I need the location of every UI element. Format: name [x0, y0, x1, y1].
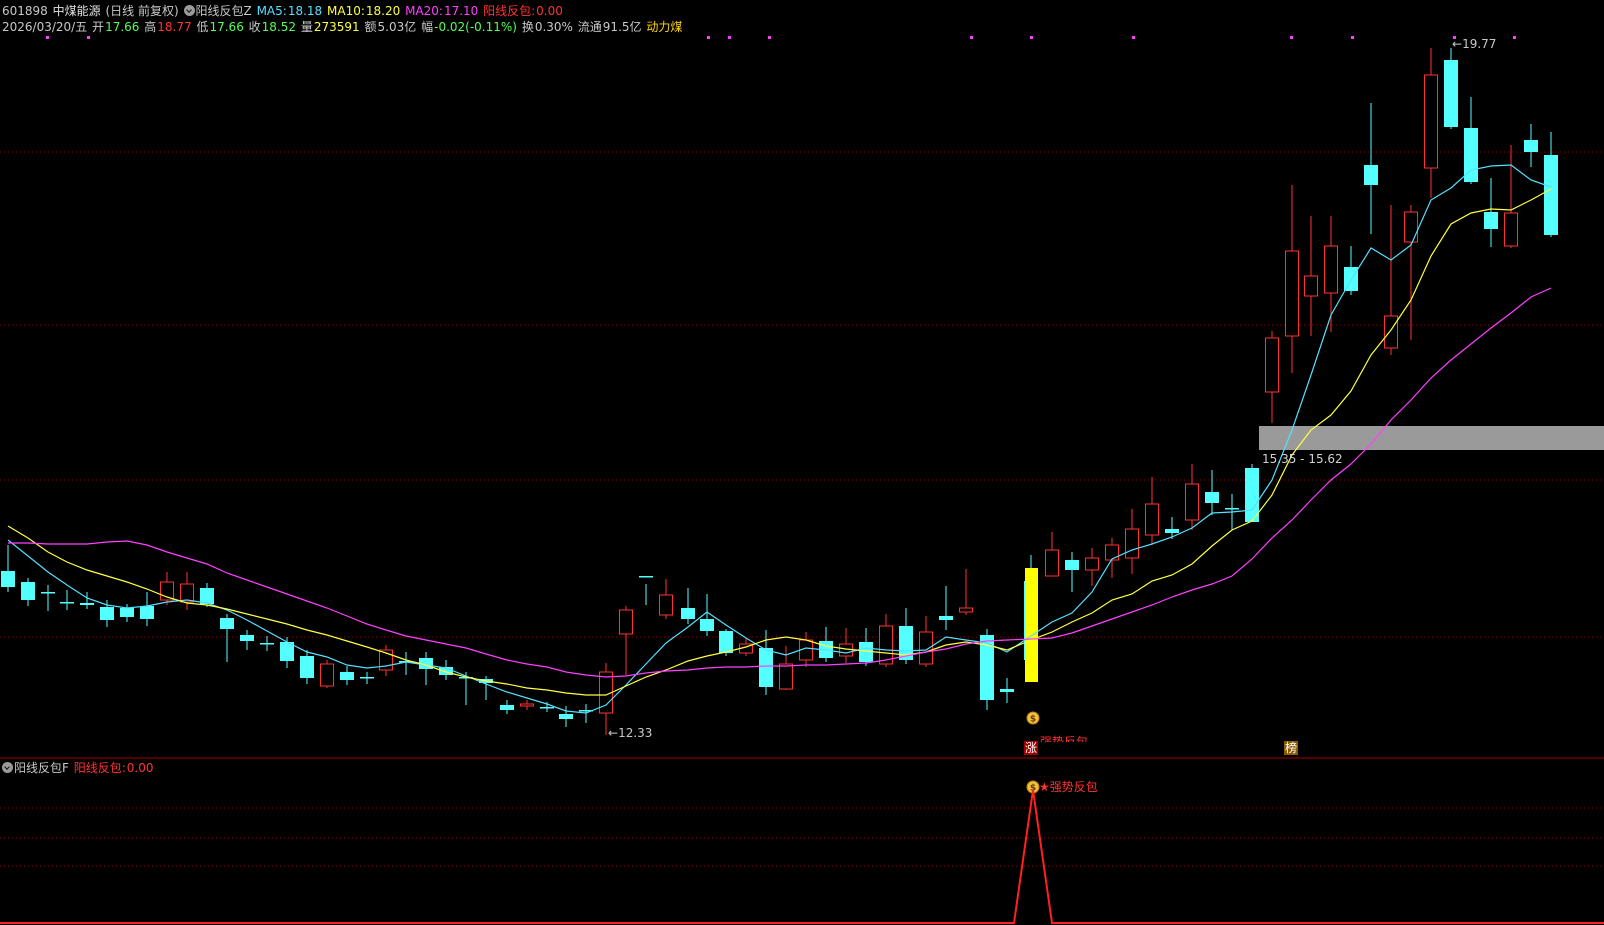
candle-body	[879, 625, 893, 665]
candle-body	[220, 618, 234, 629]
candle-body	[1324, 245, 1338, 294]
candle-body	[240, 635, 254, 641]
candle-body	[939, 616, 953, 620]
candle-body	[140, 606, 154, 619]
signal-bar	[1025, 568, 1038, 682]
candle-body	[681, 608, 695, 619]
zone-label: 15.35 - 15.62	[1262, 452, 1343, 466]
candle-body	[300, 656, 314, 678]
candle-body	[1444, 60, 1458, 127]
candle-body	[360, 677, 374, 679]
candle-body	[1424, 74, 1438, 169]
signal-tag-sub: ★强势反包	[1039, 780, 1098, 794]
signal-spike-line	[0, 789, 1604, 924]
candle-body	[1205, 492, 1219, 503]
marker-dot	[768, 36, 771, 39]
high-price-label: ←19.77	[1452, 37, 1497, 51]
candle-body	[759, 648, 773, 687]
sub-indicator-name[interactable]: 阳线反包F	[14, 761, 69, 775]
sub-signal-label: 阳线反包:	[73, 761, 126, 775]
candle-body	[959, 607, 973, 613]
candle-body	[21, 582, 35, 600]
candle-body	[320, 663, 334, 687]
candle-body	[340, 672, 354, 680]
marker-dot	[1513, 36, 1516, 39]
candle-body	[260, 643, 274, 645]
low-price-label: ←12.33	[608, 726, 653, 740]
marker-dot	[1030, 36, 1033, 39]
sub-indicator-header: 阳线反包F 阳线反包:0.00	[2, 760, 155, 776]
candle-body	[1165, 529, 1179, 533]
marker-dot	[46, 36, 49, 39]
candle-body	[700, 619, 714, 631]
candle-body	[1125, 528, 1139, 559]
candle-body	[41, 592, 55, 594]
candle-body	[659, 594, 673, 616]
marker-dot	[970, 36, 973, 39]
candle-body	[779, 663, 793, 690]
candle-body	[1185, 483, 1199, 521]
candle-body	[500, 705, 514, 710]
candle-body	[80, 603, 94, 605]
marker-dot	[87, 36, 90, 39]
bang-tag[interactable]: 榜	[1284, 741, 1299, 755]
candle-body	[520, 703, 534, 707]
candle-body	[1544, 155, 1558, 235]
candle-body	[1384, 315, 1398, 349]
candle-body	[1085, 557, 1099, 571]
candle-body	[100, 607, 114, 620]
marker-dot	[728, 36, 731, 39]
candle-body	[619, 609, 633, 635]
star-icon: ★	[1039, 780, 1050, 794]
marker-dot	[707, 36, 710, 39]
candle-body	[639, 576, 653, 578]
candle-body	[1225, 508, 1239, 510]
marker-dot	[1351, 36, 1354, 39]
candle-body	[719, 631, 733, 653]
candle-body	[1285, 250, 1299, 337]
candle-body	[559, 714, 573, 719]
candle-body	[120, 608, 134, 617]
low-arrow-icon: ←	[608, 726, 619, 740]
marker-dot	[1132, 36, 1135, 39]
candle-body	[1484, 212, 1498, 229]
candle-body	[1000, 689, 1014, 692]
candle-body	[540, 707, 554, 709]
candle-body	[180, 583, 194, 603]
candle-body	[200, 588, 214, 604]
candle-body	[1145, 503, 1159, 536]
candle-body	[1364, 165, 1378, 185]
signal-tag-main: 强势反包	[1040, 735, 1089, 742]
kline-chart[interactable]: $$	[0, 0, 1604, 925]
sub-signal-value: 0.00	[126, 761, 154, 775]
candle-body	[1, 571, 15, 587]
candle-body	[1504, 212, 1518, 247]
high-arrow-icon: ←	[1452, 37, 1463, 51]
candle-body	[1524, 140, 1538, 152]
candle-body	[919, 631, 933, 665]
zhang-tag[interactable]: 涨	[1024, 741, 1039, 755]
candle-body	[1404, 211, 1418, 243]
candle-body	[1304, 275, 1318, 297]
candle-body	[1045, 549, 1059, 577]
candle-body	[1065, 560, 1079, 570]
candle-body	[1105, 544, 1119, 561]
candle-body	[1265, 337, 1279, 393]
marker-dot	[1290, 36, 1293, 39]
money-bag-symbol: $	[1030, 715, 1036, 725]
sub-menu-icon[interactable]	[2, 762, 13, 773]
ma20-line	[8, 287, 1552, 678]
candle-body	[60, 602, 74, 604]
